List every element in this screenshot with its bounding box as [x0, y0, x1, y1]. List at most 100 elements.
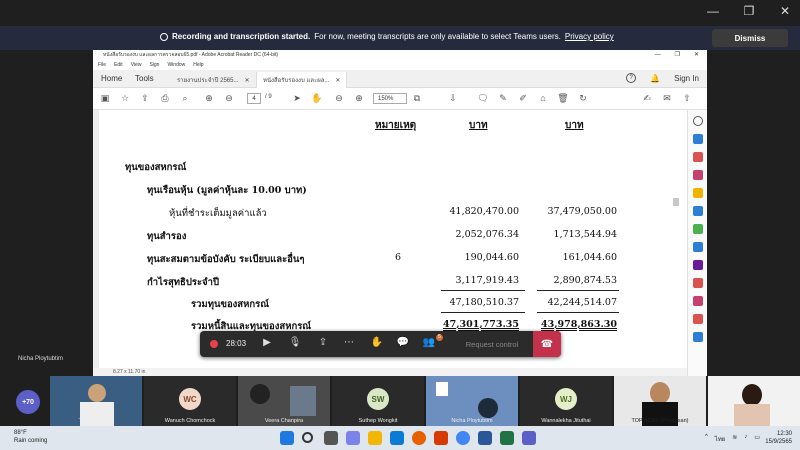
pen-icon[interactable]: ✎: [497, 93, 509, 104]
minimize-icon[interactable]: —: [706, 4, 720, 18]
more-tools-icon[interactable]: [693, 332, 703, 342]
participant-tile[interactable]: Veera Chanpira: [238, 376, 330, 426]
participant-tile[interactable]: TOP ACFS (Phongsan): [614, 376, 706, 426]
menu-help[interactable]: Help: [193, 61, 203, 70]
export-pdf-icon[interactable]: [693, 134, 703, 144]
volume-icon[interactable]: ♪: [744, 434, 747, 444]
mic-muted-icon[interactable]: 🎙: [288, 337, 302, 348]
tab-document-1-close-icon[interactable]: ✕: [244, 77, 249, 84]
raise-hand-icon[interactable]: ✋: [370, 337, 384, 348]
stamp-icon[interactable]: ⌂: [537, 93, 549, 103]
combine-files-icon[interactable]: [693, 206, 703, 216]
upload-icon[interactable]: ⇪: [139, 93, 151, 104]
participant-tile[interactable]: Tanawat Bhad: [50, 376, 142, 426]
tab-home[interactable]: Home: [101, 74, 122, 83]
edit-pdf-icon[interactable]: [693, 170, 703, 180]
menu-edit[interactable]: Edit: [114, 61, 123, 70]
more-options-icon[interactable]: ⋯: [342, 337, 356, 348]
acrobat-minimize-icon[interactable]: —: [655, 50, 661, 61]
search-icon[interactable]: [302, 432, 313, 443]
teams-icon[interactable]: [522, 431, 536, 445]
tab-document-2[interactable]: หนังสือรับรองงบ และผล... ✕: [257, 72, 348, 88]
acrobat-close-icon[interactable]: ✕: [694, 50, 699, 61]
chat-icon[interactable]: 💬: [396, 337, 410, 348]
page-down-icon[interactable]: ⊖: [223, 93, 235, 104]
scroll-mode-icon[interactable]: ⇩: [447, 93, 459, 104]
menu-view[interactable]: View: [131, 61, 142, 70]
menu-file[interactable]: File: [98, 61, 106, 70]
privacy-policy-link[interactable]: Privacy policy: [565, 32, 614, 41]
hang-up-button[interactable]: ☎: [533, 331, 561, 357]
vertical-scrollbar[interactable]: [673, 116, 679, 366]
word-icon[interactable]: [478, 431, 492, 445]
fit-page-icon[interactable]: ⧉: [411, 93, 423, 104]
share-screen-icon[interactable]: ⇪: [316, 337, 330, 348]
send-for-signature-icon[interactable]: [693, 296, 703, 306]
page-number-input[interactable]: 4: [247, 93, 261, 104]
highlight-icon[interactable]: ✐: [517, 93, 529, 104]
tray-chevron-icon[interactable]: ^: [705, 434, 708, 444]
zoom-search-icon[interactable]: ⌕: [179, 93, 191, 104]
phone-hangup-icon: ☎: [540, 338, 554, 350]
wifi-icon[interactable]: ≋: [732, 434, 737, 444]
organize-pages-icon[interactable]: [693, 224, 703, 234]
delete-icon[interactable]: 🗑: [557, 93, 569, 104]
share-icon[interactable]: ⇧: [681, 93, 693, 104]
bookmark-star-icon[interactable]: ☆: [119, 93, 131, 104]
print-icon[interactable]: ⎙: [159, 93, 171, 104]
comment-icon[interactable]: 🗨: [477, 93, 489, 104]
tab-document-2-close-icon[interactable]: ✕: [335, 77, 340, 84]
menu-window[interactable]: Window: [167, 61, 185, 70]
close-icon[interactable]: ✕: [778, 4, 792, 18]
firefox-icon[interactable]: [412, 431, 426, 445]
chrome-icon[interactable]: [456, 431, 470, 445]
select-cursor-icon[interactable]: ➤: [291, 93, 303, 104]
participant-tile[interactable]: WC Wanuch Chomchock: [144, 376, 236, 426]
sign-in-button[interactable]: Sign In: [674, 74, 699, 83]
battery-icon[interactable]: ▭: [754, 434, 760, 444]
help-icon[interactable]: ?: [626, 73, 637, 83]
more-participants-tile[interactable]: +70: [0, 376, 48, 426]
taskbar-clock[interactable]: 12:30 15/9/2565: [765, 430, 792, 446]
chat-app-icon[interactable]: [346, 431, 360, 445]
participant-tile[interactable]: WJ Wannalekha Jituthai: [520, 376, 612, 426]
fill-sign-tool-icon[interactable]: [693, 278, 703, 288]
scan-ocr-icon[interactable]: [693, 242, 703, 252]
language-indicator[interactable]: ไทย: [715, 434, 726, 444]
maximize-icon[interactable]: ❐: [742, 4, 756, 18]
dismiss-button[interactable]: Dismiss: [712, 29, 788, 47]
acrobat-maximize-icon[interactable]: ❐: [675, 50, 680, 61]
zoom-in-icon[interactable]: ⊕: [353, 93, 365, 104]
tab-tools[interactable]: Tools: [135, 74, 154, 83]
menu-sign[interactable]: Sign: [149, 61, 159, 70]
scrollbar-thumb[interactable]: [673, 198, 679, 206]
email-icon[interactable]: ✉: [661, 93, 673, 104]
zoom-out-icon[interactable]: ⊖: [333, 93, 345, 104]
hand-tool-icon[interactable]: ✋: [311, 93, 323, 104]
file-explorer-icon[interactable]: [368, 431, 382, 445]
save-icon[interactable]: ▣: [99, 93, 111, 104]
fill-sign-icon[interactable]: ✍: [641, 93, 653, 104]
comment-tool-icon[interactable]: [693, 188, 703, 198]
task-view-icon[interactable]: [324, 431, 338, 445]
participant-tile[interactable]: SW Suthep Wongkit: [332, 376, 424, 426]
zoom-level-select[interactable]: 150%: [373, 93, 407, 104]
start-icon[interactable]: [280, 431, 294, 445]
search-tool-icon[interactable]: [693, 116, 703, 126]
protect-icon[interactable]: [693, 260, 703, 270]
create-pdf-icon[interactable]: [693, 152, 703, 162]
edge-icon[interactable]: [390, 431, 404, 445]
powerpoint-icon[interactable]: [434, 431, 448, 445]
prepare-form-icon[interactable]: [693, 314, 703, 324]
page-up-icon[interactable]: ⊕: [203, 93, 215, 104]
participant-tile[interactable]: [708, 376, 800, 426]
excel-icon[interactable]: [500, 431, 514, 445]
camera-icon[interactable]: ▶: [260, 337, 274, 348]
participants-icon[interactable]: 👥: [422, 337, 436, 348]
request-control-button[interactable]: Request control: [452, 335, 532, 353]
rotate-icon[interactable]: ↻: [577, 93, 589, 104]
notifications-icon[interactable]: 🔔: [650, 74, 660, 83]
tab-document-1[interactable]: รายงานประจำปี 2565... ✕: [171, 72, 257, 88]
participant-tile[interactable]: Nicha Ploytubtim: [426, 376, 518, 426]
weather-widget[interactable]: 88°F Rain coming: [14, 429, 47, 445]
